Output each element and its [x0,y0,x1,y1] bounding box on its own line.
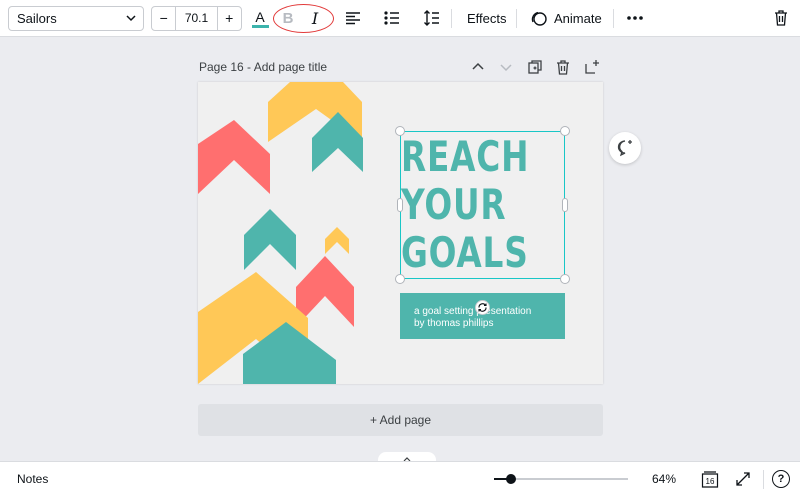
add-comment-button[interactable] [609,132,641,164]
zoom-out-icon[interactable] [494,478,502,480]
align-button[interactable] [343,8,363,28]
add-page-icon[interactable] [584,59,600,75]
page-title[interactable]: Page 16 - Add page title [199,60,327,74]
help-icon: ? [777,473,785,485]
zoom-slider[interactable] [502,478,628,480]
delete-button[interactable] [771,8,791,28]
selection-box [400,131,565,279]
text-color-button[interactable]: A [249,6,271,31]
resize-handle-top-left[interactable] [395,126,405,136]
animate-button[interactable]: Animate [530,0,602,37]
decrease-font-size-button[interactable]: − [152,7,175,30]
increase-font-size-button[interactable]: + [218,7,241,30]
rotate-icon [478,303,487,312]
spacing-button[interactable] [421,8,441,28]
annotation-circle [273,4,334,33]
chevron-down-icon[interactable] [498,59,514,75]
font-family-value: Sailors [17,11,57,26]
animate-label: Animate [554,11,602,26]
align-left-icon [346,12,360,25]
fullscreen-button[interactable] [733,469,753,489]
trash-icon [775,10,787,26]
effects-button[interactable]: Effects [467,0,507,37]
comment-icon [617,140,632,157]
font-size-stepper: − 70.1 + [151,6,242,31]
zoom-value[interactable]: 64% [652,462,676,496]
text-color-icon: A [255,8,265,25]
resize-handle-bottom-left[interactable] [395,274,405,284]
spacing-icon [423,10,439,26]
resize-handle-right[interactable] [562,198,568,212]
resize-handle-left[interactable] [397,198,403,212]
fullscreen-icon [736,472,750,486]
chevron-up-icon[interactable] [470,59,486,75]
notes-button[interactable]: Notes [17,462,48,496]
chevron-down-icon [126,15,136,22]
animate-icon [531,11,547,26]
rotate-handle[interactable] [475,300,490,315]
list-icon [384,11,399,25]
bottom-bar: Notes 64% 16 ? [0,461,800,496]
trash-icon[interactable] [555,59,571,75]
page-count-button[interactable]: 16 [700,469,720,489]
font-family-select[interactable]: Sailors [8,6,144,31]
chevron-shape [325,227,349,254]
page-count: 16 [705,476,715,486]
more-options-button[interactable] [625,8,645,28]
list-button[interactable] [382,8,402,28]
zoom-slider-thumb[interactable] [505,474,516,484]
font-size-input[interactable]: 70.1 [175,7,218,30]
editor-toolbar: Sailors − 70.1 + A B I Effects Animate [0,0,800,37]
subtitle-text: a goal setting presentation by thomas ph… [414,306,532,329]
text-color-swatch [251,24,269,28]
more-icon [627,16,643,20]
duplicate-icon[interactable] [527,59,543,75]
chevron-shape [198,120,270,194]
resize-handle-bottom-right[interactable] [560,274,570,284]
resize-handle-top-right[interactable] [560,126,570,136]
help-button[interactable]: ? [772,470,790,488]
add-page-button[interactable]: + Add page [198,404,603,436]
chevron-shape [244,209,296,270]
